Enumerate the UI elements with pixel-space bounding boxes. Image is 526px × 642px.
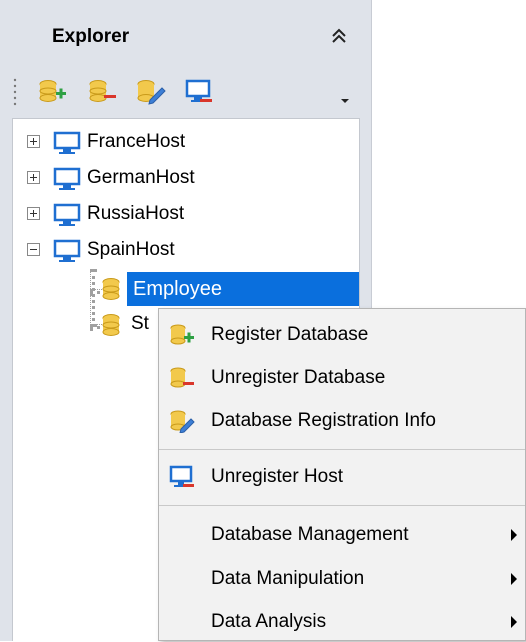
menu-item-label: Database Management: [211, 524, 409, 545]
collapse-minus-icon[interactable]: [27, 243, 40, 256]
tree-node-francehost[interactable]: FranceHost: [27, 125, 347, 159]
register-database-icon[interactable]: [38, 78, 68, 106]
menu-item-label: Unregister Host: [211, 466, 343, 487]
unregister-host-icon: [169, 465, 194, 487]
tree-node-label: SpainHost: [87, 239, 175, 260]
unregister-host-icon[interactable]: [184, 78, 214, 106]
menu-item-register-database[interactable]: Register Database: [159, 315, 525, 355]
toolbar-overflow-chevron-icon[interactable]: [338, 84, 352, 106]
menu-item-label: Unregister Database: [211, 367, 386, 388]
submenu-arrow-icon: [511, 529, 517, 541]
tree-node-spainhost[interactable]: SpainHost: [27, 233, 347, 267]
register-database-icon: [170, 324, 194, 345]
tree-node-st[interactable]: St: [131, 313, 149, 335]
expand-plus-icon[interactable]: [27, 171, 40, 184]
database-registration-info-icon[interactable]: [136, 78, 166, 106]
submenu-arrow-icon: [511, 573, 517, 585]
unregister-database-icon: [170, 367, 194, 388]
tree-node-label: RussiaHost: [87, 203, 185, 224]
host-monitor-icon: [53, 203, 81, 226]
tree-node-label: GermanHost: [87, 167, 195, 188]
menu-item-label: Data Manipulation: [211, 568, 365, 589]
context-menu: Register Database Unregister Database Da…: [158, 308, 526, 641]
expand-plus-icon[interactable]: [27, 135, 40, 148]
host-monitor-icon: [53, 239, 81, 262]
explorer-header: Explorer: [0, 0, 371, 70]
host-monitor-icon: [53, 131, 81, 154]
tree-node-germanhost[interactable]: GermanHost: [27, 161, 347, 195]
tree-node-label: FranceHost: [87, 131, 186, 152]
menu-separator: [159, 505, 525, 506]
menu-item-label: Register Database: [211, 324, 369, 345]
explorer-toolbar: [12, 72, 360, 110]
database-icon: [102, 314, 120, 336]
collapse-panel-icon[interactable]: [328, 24, 350, 48]
toolbar-grip[interactable]: [12, 76, 18, 110]
database-icon: [102, 278, 120, 300]
host-monitor-icon: [53, 167, 81, 190]
menu-item-data-analysis[interactable]: Data Analysis: [159, 602, 525, 642]
expand-plus-icon[interactable]: [27, 207, 40, 220]
tree-node-employee[interactable]: Employee: [127, 272, 359, 306]
submenu-arrow-icon: [511, 616, 517, 628]
menu-item-unregister-host[interactable]: Unregister Host: [159, 457, 525, 497]
menu-item-label: Data Analysis: [211, 611, 327, 632]
menu-separator: [159, 449, 525, 450]
tree-connector: [90, 269, 95, 327]
menu-item-unregister-database[interactable]: Unregister Database: [159, 358, 525, 398]
menu-item-database-management[interactable]: Database Management: [159, 515, 525, 555]
explorer-title: Explorer: [52, 26, 130, 47]
database-registration-info-icon: [170, 410, 195, 433]
tree-node-russiahost[interactable]: RussiaHost: [27, 197, 347, 231]
menu-item-data-manipulation[interactable]: Data Manipulation: [159, 559, 525, 599]
unregister-database-icon[interactable]: [88, 78, 118, 106]
menu-item-label: Database Registration Info: [211, 410, 436, 431]
menu-item-database-registration-info[interactable]: Database Registration Info: [159, 401, 525, 441]
